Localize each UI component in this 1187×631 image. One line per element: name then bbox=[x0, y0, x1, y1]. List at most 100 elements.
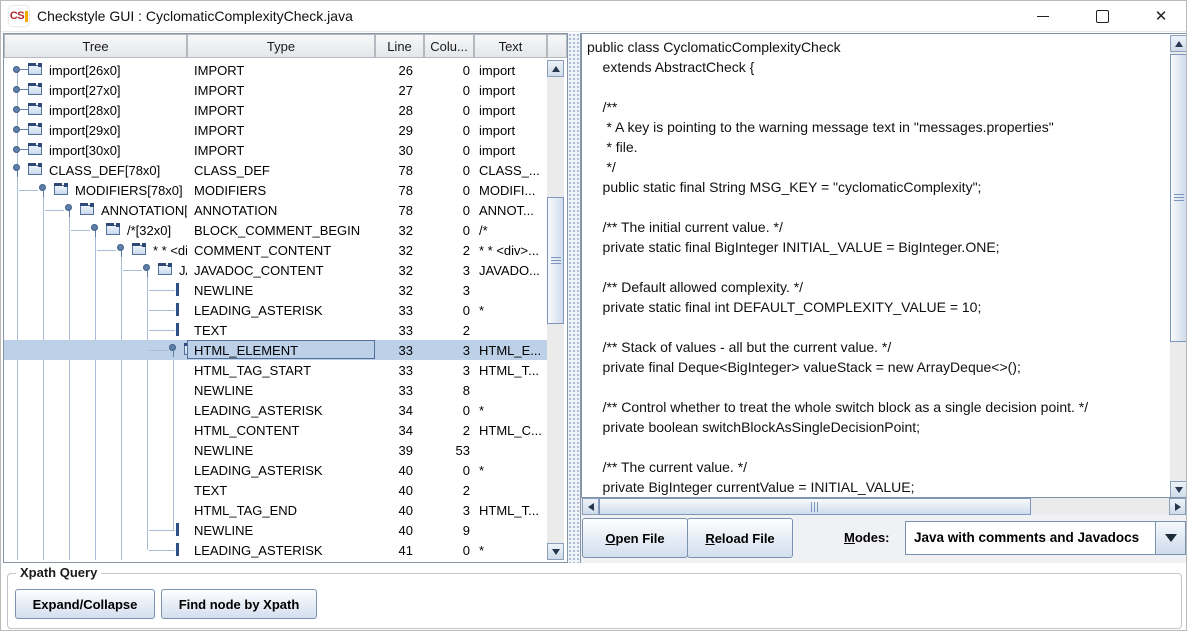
scroll-down-button[interactable] bbox=[547, 543, 564, 560]
open-file-button[interactable]: Open File bbox=[582, 518, 688, 558]
reload-file-label: Reload File bbox=[705, 531, 774, 546]
code-line: extends AbstractCheck { bbox=[587, 57, 1088, 77]
table-row[interactable]: ANNOTATION[78x0]ANNOTATION780ANNOT... bbox=[4, 200, 547, 220]
column-header-line[interactable]: Line bbox=[375, 34, 424, 58]
table-row[interactable]: import[29x0]IMPORT290import bbox=[4, 120, 547, 140]
combobox-dropdown-button[interactable] bbox=[1155, 522, 1185, 554]
table-row[interactable]: LEADING_ASTERISKLEADING_ASTERISK340* bbox=[4, 400, 547, 420]
xpath-query-group: Xpath Query Expand/Collapse Find node by… bbox=[7, 573, 1182, 629]
column-header-text[interactable]: Text bbox=[474, 34, 547, 58]
expand-handle-icon[interactable] bbox=[13, 126, 20, 133]
table-row[interactable]: HTML_CONTENTHTML_CONTENT342HTML_C... bbox=[4, 420, 547, 440]
scrollbar-thumb[interactable] bbox=[599, 498, 1031, 515]
table-row[interactable]: TEXTTEXT332 bbox=[4, 320, 547, 340]
table-row[interactable]: LEADING_ASTERISKLEADING_ASTERISK400* bbox=[4, 460, 547, 480]
tree-node-label: * * <div>... bbox=[153, 243, 187, 258]
scroll-right-button[interactable] bbox=[1169, 498, 1186, 515]
close-button[interactable]: ✕ bbox=[1139, 1, 1183, 31]
scroll-up-button[interactable] bbox=[547, 60, 564, 77]
type-cell: NEWLINE bbox=[187, 283, 375, 299]
type-cell: TEXT bbox=[187, 483, 375, 499]
line-cell: 40 bbox=[375, 483, 419, 499]
table-row[interactable]: LEADING_ASTERISKLEADING_ASTERISK330* bbox=[4, 300, 547, 320]
app-icon-accent-bar bbox=[25, 11, 28, 22]
table-row[interactable]: NEWLINENEWLINE338 bbox=[4, 380, 547, 400]
expand-handle-icon[interactable] bbox=[13, 66, 20, 73]
collapse-handle-icon[interactable] bbox=[169, 344, 176, 351]
type-cell: BLOCK_COMMENT_BEGIN bbox=[187, 223, 375, 239]
expand-collapse-button[interactable]: Expand/Collapse bbox=[15, 589, 155, 619]
table-row[interactable]: TEXTTEXT402 bbox=[4, 480, 547, 500]
table-row[interactable]: import[28x0]IMPORT280import bbox=[4, 100, 547, 120]
column-header-colu[interactable]: Colu... bbox=[424, 34, 474, 58]
code-viewer[interactable]: public class CyclomaticComplexityCheck e… bbox=[581, 33, 1187, 498]
app-icon-letters: CS bbox=[10, 10, 24, 22]
column-header-type[interactable]: Type bbox=[187, 34, 375, 58]
table-row[interactable]: HTML_TAG_ENDHTML_TAG_END403HTML_T... bbox=[4, 500, 547, 520]
code-line bbox=[587, 317, 1088, 337]
table-row[interactable]: JAVADOC_CONTENTJAVADOC_CONTENT323JAVADO.… bbox=[4, 260, 547, 280]
code-line bbox=[587, 257, 1088, 277]
type-cell: IMPORT bbox=[187, 143, 375, 159]
minimize-icon bbox=[1037, 16, 1049, 17]
code-line: /** Default allowed complexity. */ bbox=[587, 277, 1088, 297]
line-cell: 78 bbox=[375, 183, 419, 199]
split-pane-divider[interactable] bbox=[568, 33, 581, 563]
expand-handle-icon[interactable] bbox=[13, 106, 20, 113]
tree-cell: NEWLINE bbox=[4, 280, 187, 300]
column-header-tree[interactable]: Tree bbox=[4, 34, 187, 58]
find-node-by-xpath-button[interactable]: Find node by Xpath bbox=[161, 589, 317, 619]
table-row[interactable]: NEWLINENEWLINE3953 bbox=[4, 440, 547, 460]
scrollbar-thumb[interactable] bbox=[1170, 54, 1187, 342]
maximize-button[interactable] bbox=[1080, 1, 1124, 31]
table-row[interactable]: LEADING_ASTERISKLEADING_ASTERISK410* bbox=[4, 540, 547, 560]
code-line: * A key is pointing to the warning messa… bbox=[587, 117, 1088, 137]
file-controls-bar: Open File Reload File Modes: Java with c… bbox=[581, 515, 1187, 563]
modes-combobox[interactable]: Java with comments and Javadocs bbox=[905, 521, 1186, 555]
tree-node-label: /*[32x0] bbox=[127, 223, 171, 238]
minimize-button[interactable] bbox=[1021, 1, 1065, 31]
collapse-handle-icon[interactable] bbox=[13, 164, 20, 171]
collapse-handle-icon[interactable] bbox=[39, 184, 46, 191]
checkstyle-gui-window: CS Checkstyle GUI : CyclomaticComplexity… bbox=[0, 0, 1187, 631]
modes-label-text: Modes: bbox=[844, 530, 890, 545]
reload-file-button[interactable]: Reload File bbox=[687, 518, 793, 558]
text-cell: MODIFI... bbox=[474, 183, 547, 199]
type-cell: IMPORT bbox=[187, 83, 375, 99]
table-row[interactable]: MODIFIERS[78x0]MODIFIERS780MODIFI... bbox=[4, 180, 547, 200]
leaf-icon bbox=[176, 303, 179, 316]
table-row[interactable]: HTML_TAG_STARTHTML_TAG_START333HTML_T... bbox=[4, 360, 547, 380]
collapse-handle-icon[interactable] bbox=[65, 204, 72, 211]
type-cell: IMPORT bbox=[187, 103, 375, 119]
scroll-up-button[interactable] bbox=[1170, 35, 1187, 52]
table-row[interactable]: /*[32x0]BLOCK_COMMENT_BEGIN320/* bbox=[4, 220, 547, 240]
code-line: public class CyclomaticComplexityCheck bbox=[587, 37, 1088, 57]
scroll-left-button[interactable] bbox=[582, 498, 599, 515]
tree-connector-dash bbox=[149, 550, 175, 551]
folder-icon bbox=[28, 103, 43, 116]
table-row[interactable]: NEWLINENEWLINE409 bbox=[4, 520, 547, 540]
handle-stem bbox=[17, 171, 18, 177]
collapse-handle-icon[interactable] bbox=[117, 244, 124, 251]
table-row[interactable]: CLASS_DEF[78x0]CLASS_DEF780CLASS_... bbox=[4, 160, 547, 180]
folder-tab bbox=[54, 183, 62, 186]
line-cell: 32 bbox=[375, 263, 419, 279]
folder-icon bbox=[80, 203, 95, 216]
expand-handle-icon[interactable] bbox=[13, 146, 20, 153]
line-cell: 33 bbox=[375, 323, 419, 339]
scrollbar-thumb[interactable] bbox=[547, 197, 564, 324]
table-row[interactable]: import[26x0]IMPORT260import bbox=[4, 60, 547, 80]
tree-connector-dash bbox=[149, 330, 175, 331]
collapse-handle-icon[interactable] bbox=[143, 264, 150, 271]
tree-connector-dash bbox=[149, 530, 175, 531]
collapse-handle-icon[interactable] bbox=[91, 224, 98, 231]
table-row[interactable]: import[30x0]IMPORT300import bbox=[4, 140, 547, 160]
scroll-down-button[interactable] bbox=[1170, 481, 1187, 498]
table-row[interactable]: * * <div>...COMMENT_CONTENT322* * <div>.… bbox=[4, 240, 547, 260]
table-row[interactable]: NEWLINENEWLINE323 bbox=[4, 280, 547, 300]
table-row[interactable]: import[27x0]IMPORT270import bbox=[4, 80, 547, 100]
expand-handle-icon[interactable] bbox=[13, 86, 20, 93]
handle-stem bbox=[69, 211, 70, 217]
tree-cell: JAVADOC_CONTENT bbox=[4, 260, 187, 280]
table-row[interactable]: HTML_ELEMENTHTML_ELEMENT333HTML_E... bbox=[4, 340, 547, 360]
